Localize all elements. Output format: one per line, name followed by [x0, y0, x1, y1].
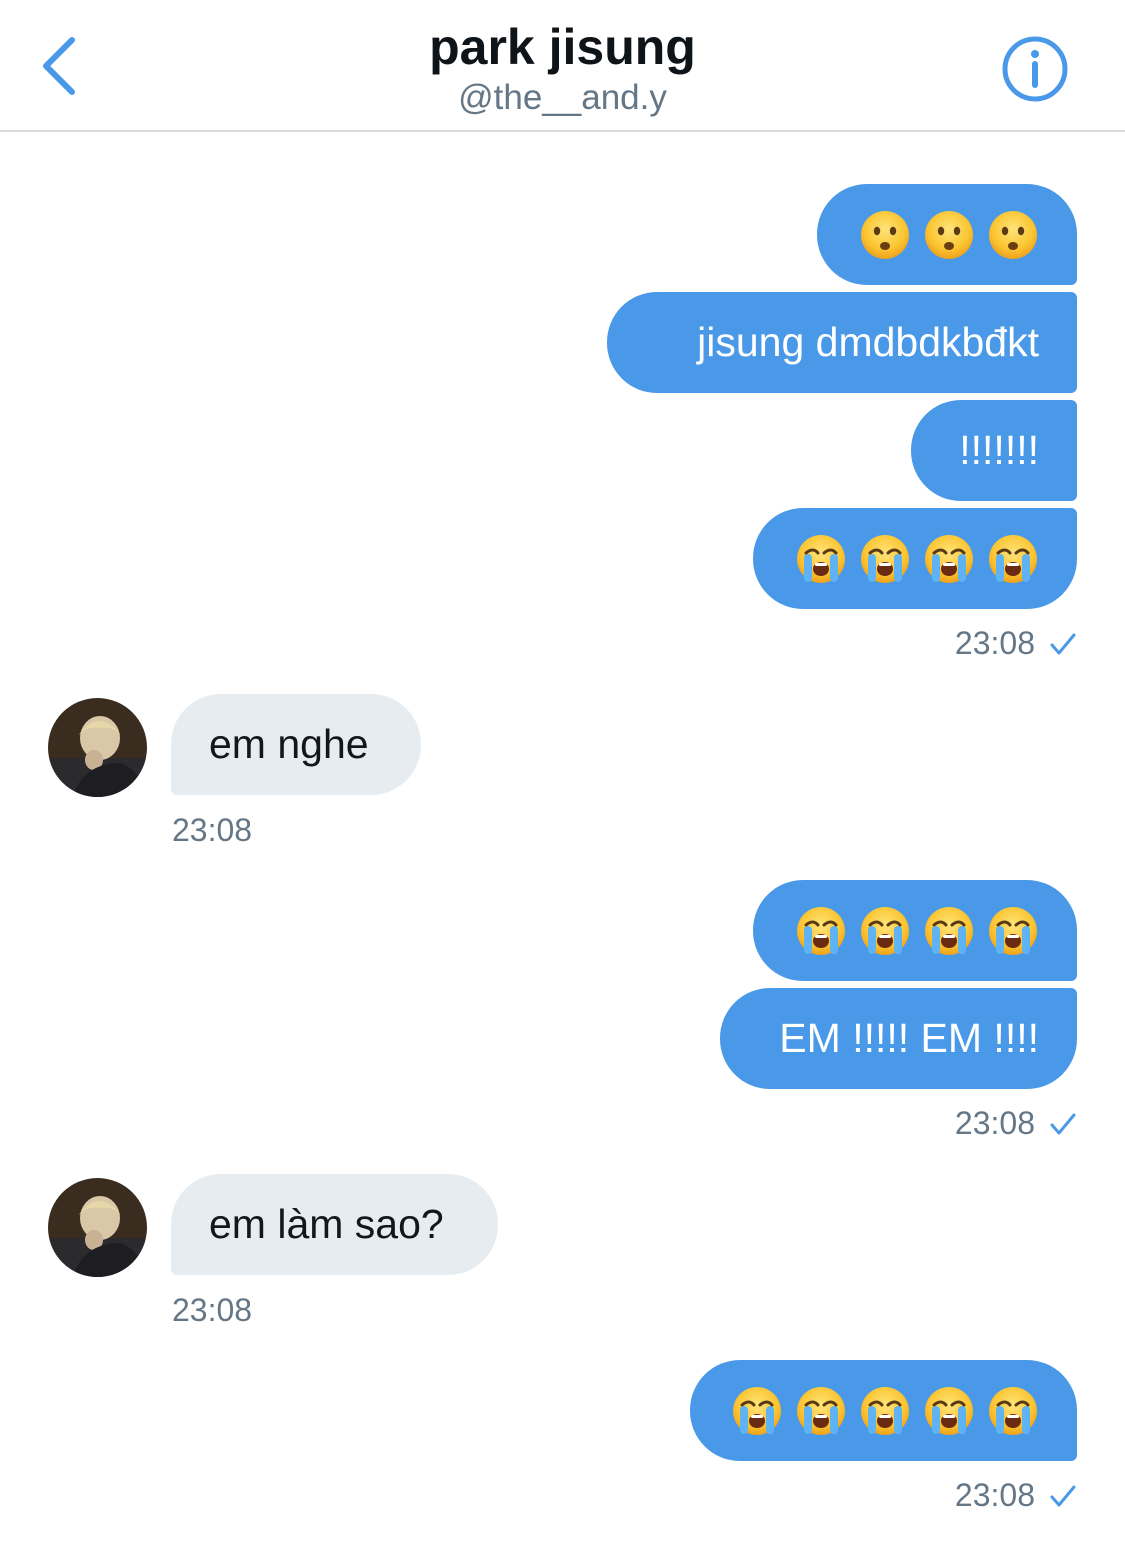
loudly-crying-face-icon	[795, 533, 847, 585]
checkmark-icon	[1050, 1113, 1076, 1134]
loudly-crying-face-icon	[731, 1385, 783, 1437]
avatar-image	[48, 698, 147, 797]
frowning-face-icon	[987, 209, 1039, 261]
loudly-crying-face-icon	[923, 533, 975, 585]
message-timestamp: 23:08	[955, 1105, 1077, 1142]
message-text: em làm sao?	[209, 1201, 444, 1247]
loudly-crying-face-icon	[859, 1385, 911, 1437]
message-bubble-outgoing[interactable]	[753, 880, 1077, 981]
loudly-crying-face-icon	[923, 905, 975, 957]
emoji-group	[731, 1385, 1039, 1437]
info-icon	[1002, 36, 1068, 102]
info-button[interactable]	[1000, 34, 1070, 104]
avatar-image	[48, 1178, 147, 1277]
avatar[interactable]	[48, 1178, 147, 1277]
message-text: jisung dmdbdkbđkt	[697, 319, 1039, 365]
contact-handle[interactable]: @the__and.y	[0, 78, 1125, 118]
loudly-crying-face-icon	[987, 533, 1039, 585]
message-text: em nghe	[209, 721, 369, 767]
loudly-crying-face-icon	[795, 905, 847, 957]
message-bubble-outgoing[interactable]: !!!!!!!	[911, 400, 1077, 501]
message-bubble-outgoing[interactable]	[753, 508, 1077, 609]
loudly-crying-face-icon	[923, 1385, 975, 1437]
message-text: EM !!!!! EM !!!!	[779, 1015, 1039, 1061]
checkmark-icon	[1050, 1485, 1076, 1506]
avatar[interactable]	[48, 698, 147, 797]
message-bubble-incoming[interactable]: em làm sao?	[171, 1174, 498, 1275]
contact-name[interactable]: park jisung	[0, 18, 1125, 76]
message-timestamp: 23:08	[172, 812, 253, 848]
emoji-group	[795, 533, 1039, 585]
checkmark-icon	[1050, 633, 1076, 654]
loudly-crying-face-icon	[987, 905, 1039, 957]
loudly-crying-face-icon	[859, 533, 911, 585]
message-bubble-outgoing[interactable]	[690, 1360, 1077, 1461]
message-bubble-outgoing[interactable]	[817, 184, 1077, 285]
timestamp-text: 23:08	[954, 1477, 1035, 1513]
message-bubble-outgoing[interactable]: EM !!!!! EM !!!!	[720, 988, 1077, 1089]
emoji-group	[795, 905, 1039, 957]
message-bubble-incoming[interactable]: em nghe	[171, 694, 421, 795]
loudly-crying-face-icon	[859, 905, 911, 957]
frowning-face-icon	[859, 209, 911, 261]
loudly-crying-face-icon	[987, 1385, 1039, 1437]
loudly-crying-face-icon	[795, 1385, 847, 1437]
message-timestamp: 23:08	[172, 1292, 253, 1328]
message-text: !!!!!!!	[959, 427, 1039, 473]
timestamp-text: 23:08	[954, 625, 1035, 661]
message-timestamp: 23:08	[955, 1477, 1077, 1514]
emoji-group	[859, 209, 1039, 261]
frowning-face-icon	[923, 209, 975, 261]
message-timestamp: 23:08	[955, 625, 1077, 662]
message-bubble-outgoing[interactable]: jisung dmdbdkbđkt	[607, 292, 1077, 393]
timestamp-text: 23:08	[954, 1105, 1035, 1141]
conversation-header: park jisung @the__and.y	[0, 0, 1125, 132]
